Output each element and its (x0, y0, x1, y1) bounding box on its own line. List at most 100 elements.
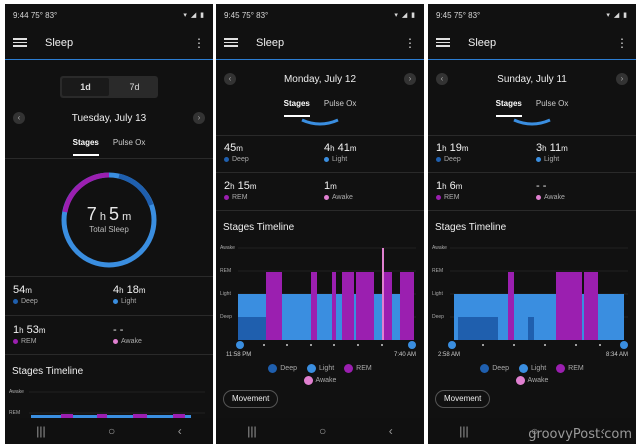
awake-dot-icon (324, 195, 329, 200)
light-dot-icon (536, 157, 541, 162)
menu-icon[interactable] (436, 38, 450, 47)
prev-day-icon[interactable]: ‹ (13, 112, 25, 124)
stage-label-rem: REM (432, 268, 443, 274)
stage-label-awake: Awake (9, 389, 24, 395)
tab-stages[interactable]: Stages (283, 93, 310, 117)
metric-deep: 1h 19m Deep (436, 142, 469, 163)
page-title: Sleep (256, 36, 285, 49)
next-day-icon[interactable]: › (403, 73, 416, 85)
tab-stages[interactable]: Stages (72, 132, 99, 156)
tab-pulse-ox[interactable]: Pulse Ox (113, 132, 145, 156)
divider (5, 158, 213, 159)
deep-block (238, 317, 268, 340)
awake-block (382, 248, 384, 340)
total-sleep-label: Total Sleep (89, 225, 129, 234)
tab-pulse-ox[interactable]: Pulse Ox (324, 93, 356, 117)
recent-apps-icon[interactable]: ||| (459, 424, 468, 438)
end-time: 8:34 AM (605, 352, 628, 358)
menu-icon[interactable] (224, 38, 238, 47)
app-bar: Sleep ⋮ (428, 26, 636, 60)
date-navigator: ‹ Monday, July 12 › (216, 70, 424, 88)
tab-pulse-ox[interactable]: Pulse Ox (536, 93, 568, 117)
stage-label-light: Light (432, 291, 443, 297)
sleep-start-icon (236, 341, 244, 349)
stages-timeline-chart: Awake REM Light Deep (432, 245, 628, 349)
app-bar: Sleep ⋮ (216, 26, 424, 60)
range-1d-button[interactable]: 1d (62, 78, 109, 96)
light-dot-icon (324, 157, 329, 162)
movement-button[interactable]: Movement (435, 390, 491, 408)
rem-block (508, 272, 514, 340)
timeline-legend: Deep Light REM Awake (428, 364, 636, 385)
back-icon[interactable]: ‹ (389, 424, 393, 438)
awake-dot-icon (536, 195, 541, 200)
light-dot-icon (113, 299, 118, 304)
date-navigator: ‹ Sunday, July 11 › (428, 70, 636, 88)
phone-screen-1: 9:44 75° 83° ▾ ◢ ▮ Sleep ⋮ 1d 7d ‹ Tuesd… (5, 4, 213, 444)
tab-stages[interactable]: Stages (495, 93, 522, 117)
rem-block (356, 272, 374, 340)
deep-block (458, 317, 498, 340)
status-time: 9:45 (436, 10, 452, 20)
home-icon[interactable]: ○ (108, 424, 115, 438)
home-icon[interactable]: ○ (319, 424, 326, 438)
stage-tabs: Stages Pulse Ox (428, 93, 636, 117)
status-time: 9:44 (13, 10, 29, 20)
status-icons: ▾ ◢ ▮ (606, 12, 628, 19)
status-temps: 75° 83° (241, 10, 269, 20)
movement-button[interactable]: Movement (223, 390, 279, 408)
status-icons: ▾ ◢ ▮ (183, 12, 205, 19)
range-toggle: 1d 7d (60, 76, 158, 98)
rem-block (342, 272, 354, 340)
metric-deep: 54m Deep (13, 284, 38, 305)
stage-label-awake: Awake (432, 245, 447, 251)
phone-screen-2: 9:45 75° 83° ▾ ◢ ▮ Sleep ⋮ ‹ Monday, Jul… (216, 4, 424, 444)
recent-apps-icon[interactable]: ||| (247, 424, 256, 438)
deep-dot-icon (224, 157, 229, 162)
metric-light: 4h 18m Light (113, 284, 146, 305)
rem-dot-icon (13, 339, 18, 344)
stage-label-deep: Deep (220, 314, 232, 320)
more-options-icon[interactable]: ⋮ (404, 37, 416, 49)
next-day-icon[interactable]: › (192, 112, 205, 124)
status-temps: 75° 83° (453, 10, 481, 20)
metric-rem: 1h 53m REM (13, 324, 46, 345)
menu-icon[interactable] (13, 38, 27, 47)
total-sleep-value: 7 h 5 m Total Sleep (59, 204, 159, 234)
stage-label-awake: Awake (220, 245, 235, 251)
ring-arc-fragment (513, 118, 551, 126)
metric-deep: 45m Deep (224, 142, 249, 163)
back-icon[interactable]: ‹ (178, 424, 182, 438)
status-bar: 9:44 75° 83° ▾ ◢ ▮ (5, 4, 213, 26)
metric-rem: 2h 15m REM (224, 180, 257, 201)
prev-day-icon[interactable]: ‹ (436, 73, 448, 85)
next-day-icon[interactable]: › (616, 73, 628, 85)
phone-screen-3: 9:45 75° 83° ▾ ◢ ▮ Sleep ⋮ ‹ Sunday, Jul… (428, 4, 636, 444)
rem-block (584, 272, 598, 340)
status-time: 9:45 (224, 10, 240, 20)
prev-day-icon[interactable]: ‹ (224, 73, 236, 85)
deep-block (528, 317, 534, 340)
recent-apps-icon[interactable]: ||| (36, 424, 45, 438)
app-bar: Sleep ⋮ (5, 26, 213, 60)
rem-block (400, 272, 414, 340)
more-options-icon[interactable]: ⋮ (616, 37, 628, 49)
stages-timeline-title: Stages Timeline (12, 366, 84, 377)
range-7d-button[interactable]: 7d (111, 76, 158, 98)
rem-block (266, 272, 282, 340)
stage-label-deep: Deep (432, 314, 444, 320)
deep-dot-icon (436, 157, 441, 162)
more-options-icon[interactable]: ⋮ (193, 37, 205, 49)
system-nav-bar: ||| ○ ‹ (216, 418, 424, 444)
page-title: Sleep (45, 36, 74, 49)
stages-timeline-title: Stages Timeline (223, 222, 295, 233)
metric-light: 3h 11m Light (536, 142, 568, 163)
date-navigator: ‹ Tuesday, July 13 › (5, 109, 213, 127)
status-icons: ▾ ◢ ▮ (394, 12, 416, 19)
date-label: Sunday, July 11 (497, 73, 567, 85)
rem-block (332, 272, 336, 340)
rem-block (384, 272, 392, 340)
date-label: Tuesday, July 13 (71, 112, 147, 124)
metric-light: 4h 41m Light (324, 142, 357, 163)
status-bar: 9:45 75° 83° ▾ ◢ ▮ (216, 4, 424, 26)
